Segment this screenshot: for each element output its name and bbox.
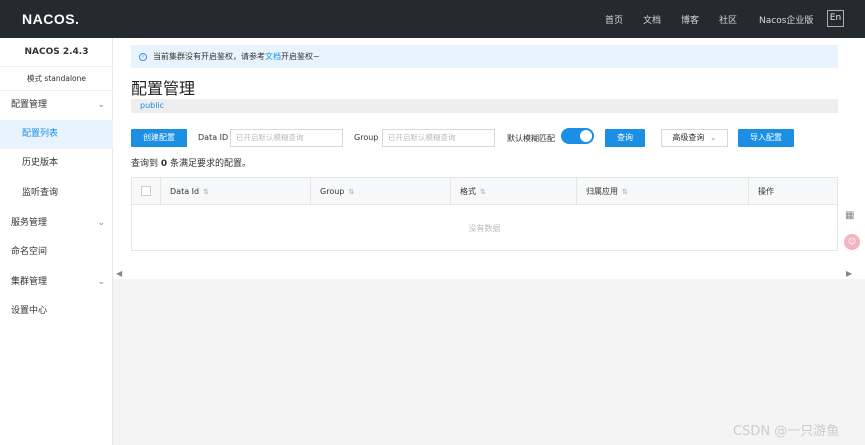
sidebar-item-label: 配置列表: [22, 129, 59, 139]
scroll-left-arrow-icon[interactable]: ◀: [116, 269, 122, 278]
result-summary: 查询到 0 条满足要求的配置。: [131, 156, 251, 169]
chevron-down-icon: ⌄: [709, 133, 717, 142]
column-actions: 操作: [748, 178, 837, 205]
chevron-down-icon: ⌄: [97, 277, 105, 287]
nav-community[interactable]: 社区: [719, 13, 737, 26]
auth-notice: i 当前集群没有开启鉴权，请参考文档开启鉴权~: [131, 45, 838, 68]
select-all-checkbox[interactable]: [141, 186, 151, 196]
namespace-bar: public: [131, 99, 838, 113]
dataid-label: Data ID: [198, 133, 229, 142]
main-panel: i 当前集群没有开启鉴权，请参考文档开启鉴权~ 配置管理 public 创建配置 …: [113, 38, 865, 279]
group-input[interactable]: 已开启默认模糊查询: [382, 129, 495, 147]
advanced-query-button[interactable]: 高级查询 ⌄: [661, 129, 728, 147]
sort-icon[interactable]: ⇅: [348, 188, 354, 196]
sidebar-item-label: 设置中心: [11, 306, 48, 316]
sidebar-item-label: 服务管理: [11, 218, 48, 228]
column-app[interactable]: 归属应用 ⇅: [576, 178, 748, 205]
sidebar-item-namespace[interactable]: 命名空间: [0, 238, 113, 267]
chevron-down-icon: ⌄: [97, 218, 105, 228]
version-label: NACOS 2.4.3: [24, 47, 89, 57]
assistant-avatar-icon[interactable]: ☺: [844, 234, 860, 250]
group-label: Group: [354, 133, 379, 142]
sidebar-item-cluster-management[interactable]: 集群管理 ⌄: [0, 268, 113, 297]
chevron-down-icon: ⌄: [97, 100, 105, 110]
query-button[interactable]: 查询: [605, 129, 645, 147]
nav-home[interactable]: 首页: [605, 13, 623, 26]
sidebar-item-settings[interactable]: 设置中心: [0, 297, 113, 326]
sidebar-item-history[interactable]: 历史版本: [0, 149, 113, 178]
sidebar-item-config-list[interactable]: 配置列表: [0, 120, 113, 149]
watermark: CSDN @一只游鱼: [733, 424, 840, 439]
fuzzy-match-toggle[interactable]: [561, 128, 594, 144]
top-navbar: NACOS. 首页 文档 博客 社区 Nacos企业版 En: [0, 0, 865, 38]
table-header: Data Id ⇅ Group ⇅ 格式 ⇅ 归属应用 ⇅ 操作: [132, 178, 837, 205]
qrcode-icon[interactable]: ▦: [845, 210, 859, 224]
divider: [0, 66, 113, 67]
column-label: 操作: [758, 187, 774, 196]
column-label: 归属应用: [586, 187, 618, 196]
sort-icon[interactable]: ⇅: [480, 188, 486, 196]
column-label: 格式: [460, 187, 476, 196]
sort-icon[interactable]: ⇅: [622, 188, 628, 196]
sidebar-item-label: 命名空间: [11, 247, 48, 257]
notice-suffix: 开启鉴权~: [281, 52, 320, 61]
info-icon: i: [139, 52, 147, 61]
nav-blog[interactable]: 博客: [681, 13, 699, 26]
nacos-logo[interactable]: NACOS.: [22, 11, 79, 27]
language-switch-button[interactable]: En: [827, 10, 844, 27]
column-data-id[interactable]: Data Id ⇅: [160, 178, 310, 205]
create-config-button[interactable]: 创建配置: [131, 129, 187, 147]
result-suffix: 条满足要求的配置。: [170, 159, 252, 169]
sidebar-item-listener-query[interactable]: 监听查询: [0, 179, 113, 208]
sidebar-item-label: 集群管理: [11, 277, 48, 287]
sidebar-item-label: 历史版本: [22, 158, 59, 168]
nav-docs[interactable]: 文档: [643, 13, 661, 26]
import-config-button[interactable]: 导入配置: [738, 129, 794, 147]
sidebar: NACOS 2.4.3 模式 standalone 配置管理 ⌄ 配置列表 历史…: [0, 38, 113, 445]
sidebar-item-config-management[interactable]: 配置管理 ⌄: [0, 91, 113, 120]
column-label: Data Id: [170, 187, 200, 196]
config-table: Data Id ⇅ Group ⇅ 格式 ⇅ 归属应用 ⇅ 操作 没有数据: [131, 177, 838, 251]
dataid-input[interactable]: 已开启默认模糊查询: [230, 129, 343, 147]
column-label: Group: [320, 187, 345, 196]
result-count: 0: [160, 159, 168, 169]
column-group[interactable]: Group ⇅: [310, 178, 450, 205]
sidebar-item-service-management[interactable]: 服务管理 ⌄: [0, 209, 113, 238]
docs-link[interactable]: 文档: [265, 52, 281, 61]
advanced-query-label: 高级查询: [672, 133, 705, 142]
nav-enterprise[interactable]: Nacos企业版: [759, 13, 813, 26]
notice-prefix: 当前集群没有开启鉴权，请参考: [153, 52, 265, 61]
sidebar-item-label: 监听查询: [22, 188, 59, 198]
namespace-public[interactable]: public: [140, 101, 164, 110]
empty-placeholder: 没有数据: [468, 224, 501, 233]
column-format[interactable]: 格式 ⇅: [450, 178, 576, 205]
sidebar-item-label: 配置管理: [11, 100, 48, 110]
toggle-knob: [580, 130, 592, 142]
fuzzy-match-label: 默认模糊匹配: [507, 134, 555, 143]
sort-icon[interactable]: ⇅: [203, 188, 209, 196]
scroll-right-arrow-icon[interactable]: ▶: [846, 269, 852, 278]
page-title: 配置管理: [131, 79, 196, 98]
result-prefix: 查询到: [131, 159, 159, 169]
mode-label: 模式 standalone: [27, 74, 86, 83]
